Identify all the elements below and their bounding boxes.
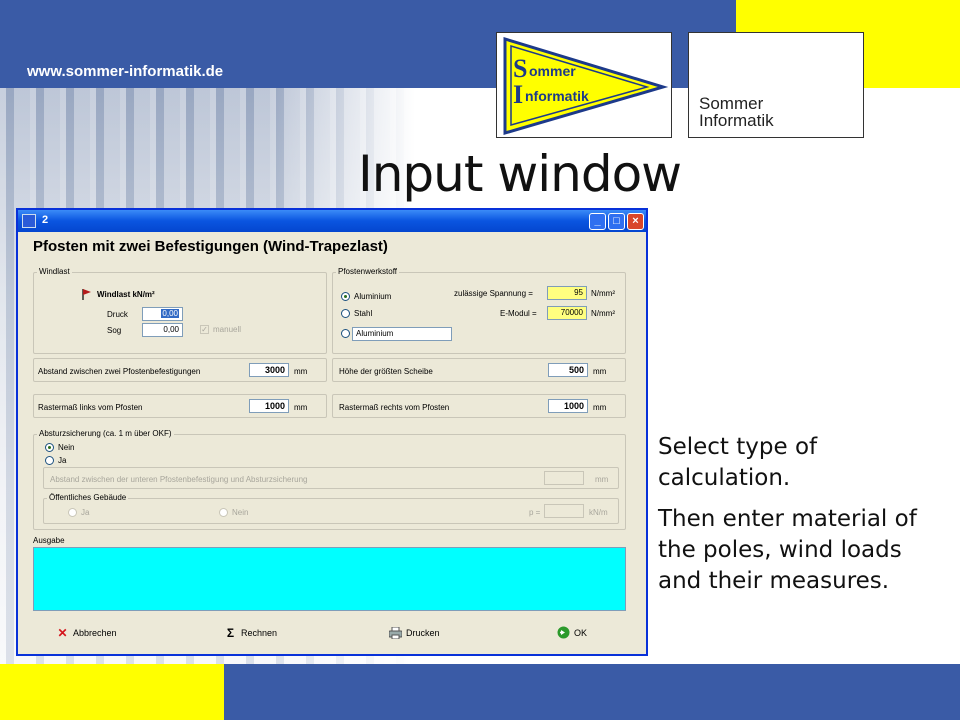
pennant-logo: S ommer I nformatik [496, 32, 672, 138]
hoehe-unit: mm [593, 367, 607, 376]
side-text-2: Then enter material of the poles, wind l… [658, 506, 917, 594]
absturz-abstand-row: Abstand zwischen der unteren Pfostenbefe… [43, 467, 619, 489]
ok-arrow-icon [557, 626, 570, 639]
side-text-1: Select type of calculation. [658, 434, 818, 491]
side-description: Select type of calculation. Then enter m… [658, 432, 943, 607]
spannung-unit: N/mm² [591, 289, 615, 298]
spannung-label: zulässige Spannung = [454, 289, 533, 298]
emodul-label: E-Modul = [500, 309, 537, 318]
radio-stahl[interactable] [341, 309, 350, 318]
radio-gebaeude-nein [219, 508, 228, 517]
raster-rechts-input[interactable]: 1000 [548, 399, 588, 413]
logo-line-2: Informatik [699, 111, 774, 130]
material-group-label: Pfostenwerkstoff [336, 267, 399, 276]
radio-gebaeude-ja [68, 508, 77, 517]
radio-absturz-ja[interactable] [45, 456, 54, 465]
custom-material-input[interactable]: Aluminium [352, 327, 452, 341]
text-logo: Sommer Informatik [688, 32, 864, 138]
absturz-group-label: Absturzsicherung (ca. 1 m über OKF) [37, 429, 174, 438]
ausgabe-output [33, 547, 626, 611]
radio-gebaeude-ja-label: Ja [81, 508, 90, 517]
ausgabe-label: Ausgabe [33, 536, 65, 545]
flag-icon [82, 289, 91, 300]
radio-aluminium[interactable] [341, 292, 350, 301]
logo-line-1: Sommer [699, 94, 764, 113]
drucken-label: Drucken [406, 627, 440, 638]
svg-text:nformatik: nformatik [525, 88, 589, 104]
abstand-input[interactable]: 3000 [249, 363, 289, 377]
radio-aluminium-label: Aluminium [354, 292, 392, 301]
abbrechen-label: Abbrechen [73, 627, 117, 638]
hoehe-group: Höhe der größten Scheibe 500 mm [332, 358, 626, 382]
radio-absturz-nein-label: Nein [58, 443, 75, 452]
abbrechen-button[interactable]: ✕ Abbrechen [56, 625, 117, 640]
absturz-abstand-label: Abstand zwischen der unteren Pfostenbefe… [50, 475, 308, 484]
druck-value: 0,00 [161, 309, 179, 318]
p-label: p = [529, 508, 541, 517]
windlast-group: Windlast Windlast kN/m² Druck 0,00 Sog 0… [33, 267, 327, 354]
raster-links-input[interactable]: 1000 [249, 399, 289, 413]
ok-button[interactable]: OK [557, 626, 587, 639]
abstand-label: Abstand zwischen zwei Pfostenbefestigung… [38, 367, 201, 376]
ok-label: OK [574, 627, 588, 638]
sog-label: Sog [107, 326, 122, 335]
drucken-button[interactable]: Drucken [389, 626, 440, 639]
website-url: www.sommer-informatik.de [27, 63, 224, 80]
p-input [544, 504, 584, 518]
svg-text:S: S [513, 54, 527, 83]
raster-rechts-label: Rastermaß rechts vom Pfosten [339, 403, 450, 412]
spannung-input[interactable]: 95 [547, 286, 587, 300]
abstand-unit: mm [294, 367, 308, 376]
hoehe-input[interactable]: 500 [548, 363, 588, 377]
raster-links-group: Rastermaß links vom Pfosten 1000 mm [33, 394, 327, 418]
raster-links-unit: mm [294, 403, 308, 412]
sigma-icon: Σ [226, 625, 235, 640]
manuell-checkbox[interactable]: ✓ [200, 325, 209, 334]
material-group: Pfostenwerkstoff Aluminium Stahl Alumini… [332, 267, 626, 354]
window-title: 2 [42, 214, 49, 226]
slide-title: Input window [358, 145, 682, 203]
emodul-unit: N/mm² [591, 309, 615, 318]
radio-gebaeude-nein-label: Nein [232, 508, 249, 517]
window-heading: Pfosten mit zwei Befestigungen (Wind-Tra… [33, 238, 388, 255]
radio-absturz-ja-label: Ja [58, 456, 67, 465]
gebaeude-label: Öffentliches Gebäude [47, 493, 129, 502]
cancel-x-icon: ✕ [57, 625, 68, 640]
rechnen-label: Rechnen [241, 627, 278, 638]
emodul-input[interactable]: 70000 [547, 306, 587, 320]
druck-input[interactable]: 0,00 [142, 307, 183, 321]
druck-label: Druck [107, 310, 128, 319]
close-button[interactable]: × [627, 213, 644, 230]
gebaeude-group: Öffentliches Gebäude Ja Nein p = kN/m [43, 493, 619, 524]
absturz-abstand-unit: mm [595, 475, 609, 484]
absturz-group: Absturzsicherung (ca. 1 m über OKF) Nein… [33, 429, 626, 530]
raster-rechts-group: Rastermaß rechts vom Pfosten 1000 mm [332, 394, 626, 418]
printer-icon [389, 626, 402, 639]
window-titlebar[interactable]: 2 _ □ × [18, 210, 646, 232]
raster-rechts-unit: mm [593, 403, 607, 412]
minimize-button[interactable]: _ [589, 213, 606, 230]
rechnen-button[interactable]: Σ Rechnen [224, 625, 278, 640]
maximize-button[interactable]: □ [608, 213, 625, 230]
svg-text:I: I [513, 80, 523, 109]
absturz-abstand-input [544, 471, 584, 485]
bottom-blue-band [224, 664, 960, 720]
radio-custom[interactable] [341, 329, 350, 338]
manuell-label: manuell [213, 325, 242, 334]
app-icon [22, 214, 36, 228]
radio-absturz-nein[interactable] [45, 443, 54, 452]
radio-stahl-label: Stahl [354, 309, 373, 318]
p-unit: kN/m [589, 508, 608, 517]
windlast-group-label: Windlast [37, 267, 72, 276]
windlast-header: Windlast kN/m² [97, 290, 155, 299]
raster-links-label: Rastermaß links vom Pfosten [38, 403, 143, 412]
hoehe-label: Höhe der größten Scheibe [339, 367, 433, 376]
svg-text:ommer: ommer [529, 63, 576, 79]
sog-input[interactable]: 0,00 [142, 323, 183, 337]
bottom-left-yellow-block [0, 664, 224, 720]
input-window: 2 _ □ × Pfosten mit zwei Befestigungen (… [16, 208, 648, 656]
abstand-group: Abstand zwischen zwei Pfostenbefestigung… [33, 358, 327, 382]
